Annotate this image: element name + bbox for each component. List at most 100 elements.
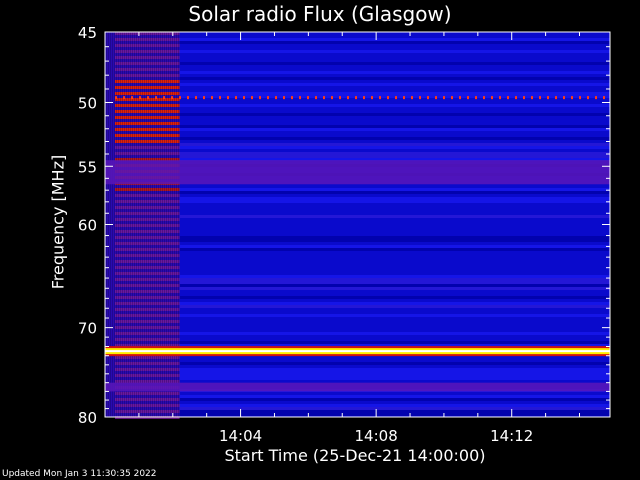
spectrogram-row — [105, 287, 610, 290]
interference-dot — [587, 96, 589, 100]
spectrogram-row — [105, 281, 610, 284]
interference-dot — [115, 96, 117, 100]
spectrogram-row — [105, 104, 610, 107]
interference-dot — [395, 96, 397, 100]
spectrogram-row — [105, 374, 610, 377]
spectrogram-row — [105, 77, 610, 80]
interference-dot — [163, 96, 165, 100]
x-tick-label: 14:04 — [219, 427, 262, 445]
interference-dot — [299, 96, 301, 100]
interference-dot — [419, 96, 421, 100]
spectrogram-row — [105, 407, 610, 410]
y-tick-label: 45 — [78, 24, 97, 42]
interference-dot — [347, 96, 349, 100]
spectrogram-background — [105, 32, 610, 417]
spectrogram-row — [105, 275, 610, 278]
interference-dot — [515, 96, 517, 100]
interference-dot — [491, 96, 493, 100]
interference-dot — [211, 96, 213, 100]
x-tick-label: 14:08 — [355, 427, 398, 445]
spectrogram-row — [105, 152, 610, 155]
interference-dot — [315, 96, 317, 100]
spectrogram-row — [105, 314, 610, 317]
interference-dot — [547, 96, 549, 100]
spectrogram-image — [105, 32, 610, 419]
interference-dot — [123, 96, 125, 100]
interference-dot — [603, 96, 605, 100]
spectrogram-row — [105, 395, 610, 398]
interference-dot — [171, 96, 173, 100]
interference-dot — [275, 96, 277, 100]
spectrogram-row — [105, 143, 610, 146]
interference-dot — [139, 96, 141, 100]
spectrogram-row — [105, 188, 610, 191]
spectrogram-row — [105, 296, 610, 299]
spectrogram-row — [105, 125, 610, 128]
y-tick-label: 55 — [78, 158, 97, 176]
interference-dot — [259, 96, 261, 100]
spectrogram-row — [105, 236, 610, 239]
interference-dot — [203, 96, 205, 100]
spectrogram-row — [105, 371, 610, 374]
interference-dot — [331, 96, 333, 100]
interference-dot — [355, 96, 357, 100]
spectrogram-row — [105, 41, 610, 44]
interference-dot — [243, 96, 245, 100]
interference-dot — [539, 96, 541, 100]
spectrogram-row — [105, 413, 610, 416]
spectrogram-row — [105, 128, 610, 131]
spectrogram-row — [105, 362, 610, 365]
spectrogram-row — [105, 239, 610, 242]
interference-dot — [595, 96, 597, 100]
interference-dot — [291, 96, 293, 100]
interference-dot — [179, 96, 181, 100]
interference-dot — [427, 96, 429, 100]
spectrogram-row — [105, 404, 610, 407]
interference-dot — [459, 96, 461, 100]
spectrogram-row — [105, 71, 610, 74]
spectrogram-row — [105, 38, 610, 41]
spectrogram-row — [105, 113, 610, 116]
interference-dot — [483, 96, 485, 100]
interference-dot — [435, 96, 437, 100]
spectrogram-row — [105, 155, 610, 158]
y-tick-label: 80 — [78, 409, 97, 427]
interference-dot — [227, 96, 229, 100]
spectrogram-row — [105, 398, 610, 401]
spectrogram-row — [105, 215, 610, 218]
interference-line-peak — [105, 350, 610, 353]
interference-dot — [499, 96, 501, 100]
spectrogram-row — [105, 248, 610, 251]
interference-dot — [579, 96, 581, 100]
spectrogram-row — [105, 62, 610, 65]
spectrogram-row — [105, 83, 610, 86]
x-tick-label: 14:12 — [490, 427, 533, 445]
burst-texture — [105, 32, 180, 417]
interference-dot — [251, 96, 253, 100]
spectrogram-row — [105, 377, 610, 380]
interference-dot — [403, 96, 405, 100]
interference-dot — [195, 96, 197, 100]
interference-dot — [563, 96, 565, 100]
interference-dot — [411, 96, 413, 100]
interference-dot — [467, 96, 469, 100]
emission-band — [105, 382, 610, 392]
spectrogram-row — [105, 137, 610, 140]
interference-dot — [371, 96, 373, 100]
interference-dot — [363, 96, 365, 100]
interference-dot — [507, 96, 509, 100]
interference-dot — [155, 96, 157, 100]
interference-dot — [323, 96, 325, 100]
interference-dot — [283, 96, 285, 100]
spectrogram-row — [105, 197, 610, 200]
interference-dot — [187, 96, 189, 100]
interference-dot — [451, 96, 453, 100]
interference-dot — [339, 96, 341, 100]
spectrogram-row — [105, 50, 610, 53]
spectrogram-row — [105, 146, 610, 149]
spectrogram-row — [105, 341, 610, 344]
interference-dot — [235, 96, 237, 100]
interference-dot — [379, 96, 381, 100]
interference-dot — [267, 96, 269, 100]
interference-dot — [571, 96, 573, 100]
